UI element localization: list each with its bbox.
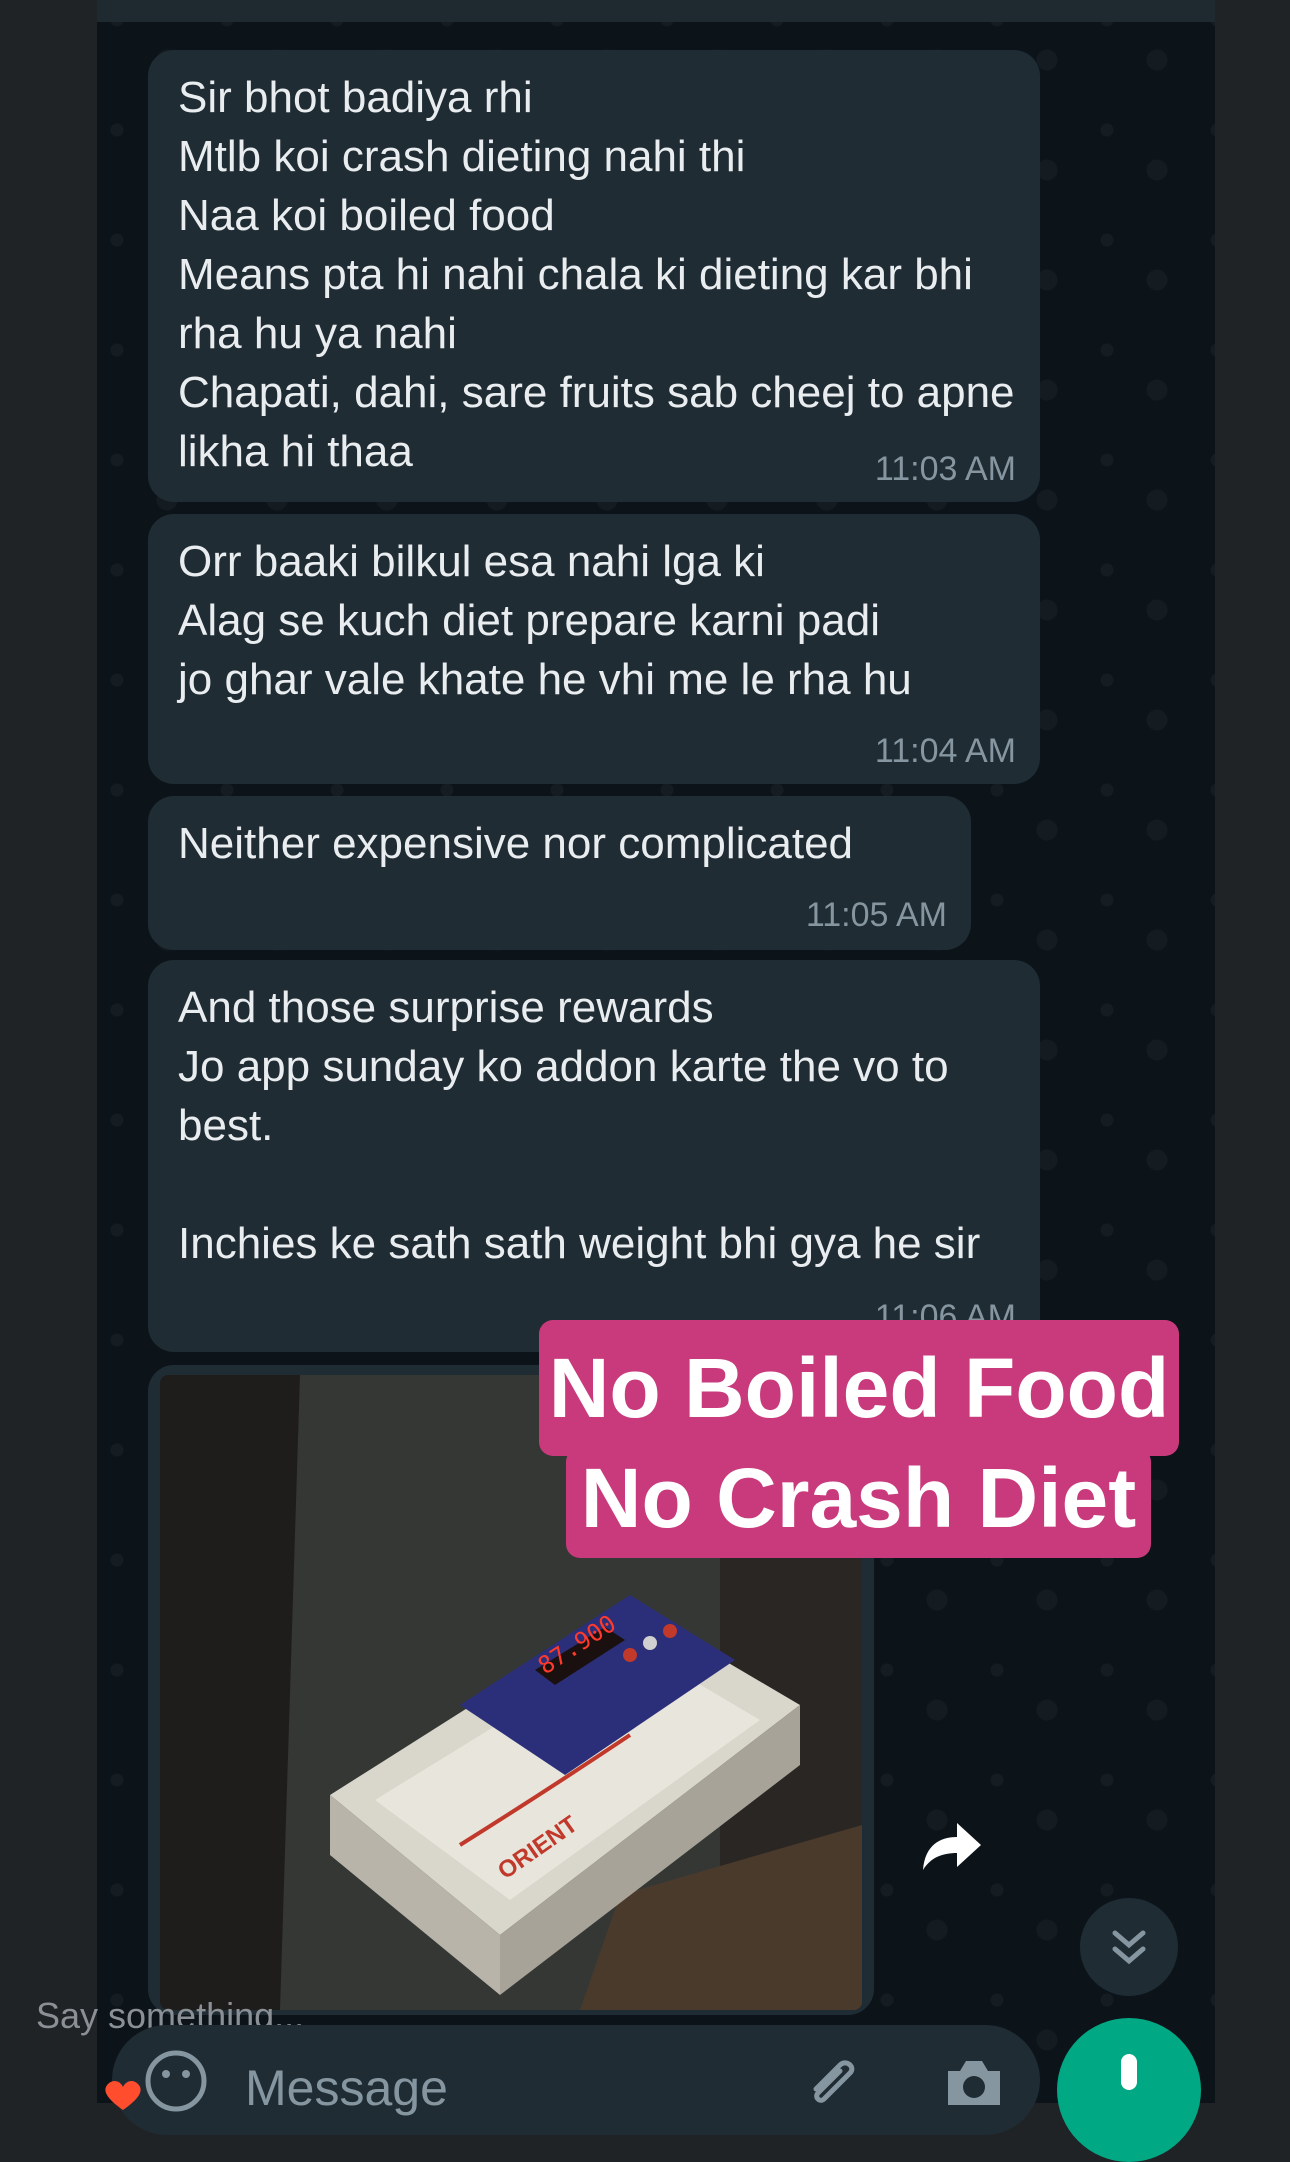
message-time: 11:04 AM	[874, 732, 1016, 770]
message-bubble[interactable]: Orr baaki bilkul esa nahi lga ki Alag se…	[148, 514, 1040, 784]
caption-line-2: No Crash Diet	[566, 1448, 1151, 1558]
top-bar	[97, 0, 1215, 22]
message-input-bar[interactable]: Message	[112, 2025, 1040, 2135]
double-chevron-down-icon	[1112, 1930, 1146, 1965]
message-time: 11:03 AM	[874, 450, 1016, 488]
message-text: Sir bhot badiya rhi Mtlb koi crash dieti…	[178, 73, 1015, 476]
forward-icon[interactable]	[915, 1815, 985, 1875]
mic-icon	[1121, 2054, 1137, 2090]
caption-line-1: No Boiled Food	[539, 1320, 1179, 1456]
message-text: And those surprise rewards Jo app sunday…	[178, 983, 981, 1268]
message-time: 11:05 AM	[805, 896, 947, 934]
message-bubble[interactable]: Neither expensive nor complicated 11:05 …	[148, 796, 971, 950]
message-text: Orr baaki bilkul esa nahi lga ki Alag se…	[178, 537, 912, 704]
message-bubble[interactable]: And those surprise rewards Jo app sunday…	[148, 960, 1040, 1352]
scroll-down-button[interactable]	[1080, 1898, 1178, 1996]
attach-icon[interactable]	[802, 2053, 862, 2113]
mic-button[interactable]	[1057, 2018, 1201, 2162]
message-bubble[interactable]: Sir bhot badiya rhi Mtlb koi crash dieti…	[148, 50, 1040, 502]
heart-icon	[105, 2080, 141, 2110]
message-text: Neither expensive nor complicated	[178, 819, 854, 868]
message-input[interactable]: Message	[245, 2059, 448, 2117]
